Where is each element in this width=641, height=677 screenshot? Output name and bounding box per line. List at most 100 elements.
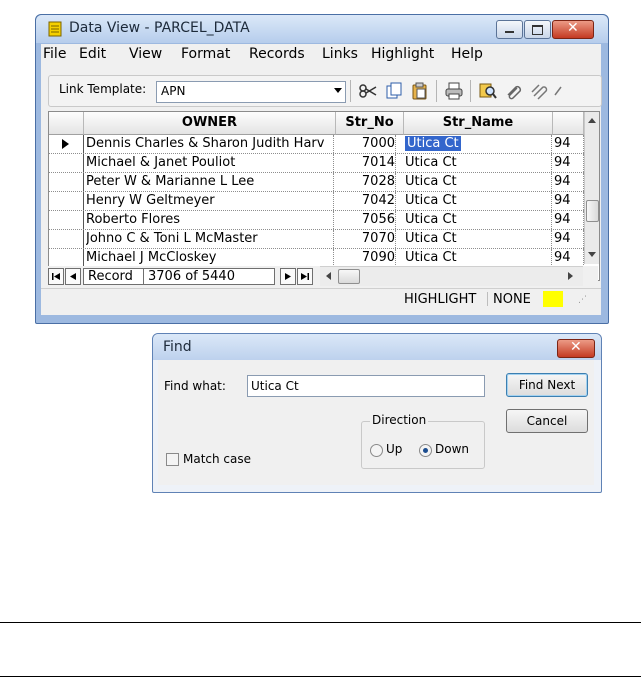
row-selector[interactable] [49, 192, 84, 210]
column-header-str-name[interactable]: Str_Name [404, 112, 553, 135]
find-next-button[interactable]: Find Next [506, 373, 588, 397]
unlink-icon[interactable] [552, 81, 564, 101]
scroll-down-icon[interactable] [588, 252, 596, 257]
link-template-value: APN [161, 84, 186, 98]
find-what-value: Utica Ct [251, 379, 299, 393]
direction-down-label[interactable]: Down [435, 442, 469, 456]
owner-cell[interactable]: Johno C & Toni L McMaster [86, 230, 334, 248]
row-selector[interactable] [49, 230, 84, 248]
str-name-cell[interactable]: Utica Ct [405, 135, 552, 153]
next-column-cell[interactable]: 94 [554, 230, 584, 248]
table-row[interactable]: Michael & Janet Pouliot 7014 Utica Ct 94 [49, 154, 584, 173]
next-column-cell[interactable]: 94 [554, 173, 584, 191]
title-bar[interactable]: Data View - PARCEL_DATA ✕ [36, 15, 608, 43]
owner-cell[interactable]: Dennis Charles & Sharon Judith Harv [86, 135, 334, 153]
str-no-cell[interactable]: 7042 [337, 192, 396, 210]
match-case-checkbox[interactable] [166, 453, 179, 466]
first-record-button[interactable] [48, 268, 64, 285]
resize-grip-icon[interactable]: ⋰ [578, 295, 587, 305]
column-header-owner[interactable]: OWNER [84, 112, 336, 135]
str-no-cell[interactable]: 7056 [337, 211, 396, 229]
find-what-input[interactable]: Utica Ct [247, 375, 485, 397]
paste-icon[interactable] [410, 81, 430, 101]
scroll-right-icon[interactable] [568, 272, 573, 280]
owner-cell[interactable]: Michael & Janet Pouliot [86, 154, 334, 172]
record-label: Record [83, 268, 144, 285]
match-case-label[interactable]: Match case [183, 452, 251, 466]
menu-view[interactable]: View [129, 46, 162, 62]
next-column-cell-text: 94 [554, 174, 571, 189]
str-name-cell-text: Utica Ct [405, 155, 457, 170]
link-icon[interactable] [504, 81, 524, 101]
table-row[interactable]: Dennis Charles & Sharon Judith Harv 7000 U… [49, 135, 584, 154]
close-button[interactable]: ✕ [552, 20, 594, 39]
row-selector[interactable] [49, 135, 84, 153]
str-no-cell[interactable]: 7014 [337, 154, 396, 172]
previous-record-icon [70, 273, 76, 280]
table-row[interactable]: Roberto Flores 7056 Utica Ct 94 [49, 211, 584, 230]
str-no-cell[interactable]: 7028 [337, 173, 396, 191]
direction-up-label[interactable]: Up [386, 442, 402, 456]
column-header-str-no[interactable]: Str_No [336, 112, 404, 135]
find-dialog-body: Find what: Utica Ct Find Next Cancel Dir… [158, 360, 594, 485]
horizontal-scroll-thumb[interactable] [338, 269, 360, 284]
str-no-cell[interactable]: 7070 [337, 230, 396, 248]
next-record-button[interactable] [280, 268, 296, 285]
menu-edit[interactable]: Edit [79, 46, 106, 62]
direction-up-radio[interactable] [370, 444, 383, 457]
find-dialog-close-button[interactable]: ✕ [557, 339, 595, 358]
find-icon[interactable] [478, 81, 498, 101]
str-name-cell[interactable]: Utica Ct [405, 249, 552, 267]
scroll-left-icon[interactable] [326, 272, 331, 280]
next-column-cell[interactable]: 94 [554, 192, 584, 210]
owner-cell[interactable]: Roberto Flores [86, 211, 334, 229]
str-name-cell-text: Utica Ct [405, 212, 457, 227]
menu-help[interactable]: Help [451, 46, 483, 62]
link-template-label: Link Template: [59, 82, 147, 96]
direction-down-radio[interactable] [419, 444, 432, 457]
menu-records[interactable]: Records [249, 46, 305, 62]
next-column-cell[interactable]: 94 [554, 154, 584, 172]
row-selector[interactable] [49, 154, 84, 172]
maximize-button[interactable] [524, 20, 551, 39]
cancel-button[interactable]: Cancel [506, 409, 588, 433]
next-column-cell[interactable]: 94 [554, 135, 584, 153]
str-name-cell[interactable]: Utica Ct [405, 211, 552, 229]
row-selector[interactable] [49, 249, 84, 267]
attach-icon[interactable] [529, 81, 549, 101]
menu-links[interactable]: Links [322, 46, 358, 62]
next-column-cell[interactable]: 94 [554, 249, 584, 267]
scroll-up-icon[interactable] [588, 118, 596, 123]
vertical-scrollbar[interactable] [584, 112, 599, 264]
record-position-field[interactable]: 3706 of 5440 [143, 268, 275, 285]
copy-icon[interactable] [384, 81, 404, 101]
table-row[interactable]: Henry W Geltmeyer 7042 Utica Ct 94 [49, 192, 584, 211]
next-column-cell[interactable]: 94 [554, 211, 584, 229]
column-header-next[interactable] [553, 112, 584, 135]
table-row[interactable]: Peter W & Marianne L Lee 7028 Utica Ct 94 [49, 173, 584, 192]
menu-file[interactable]: File [43, 46, 66, 62]
owner-cell[interactable]: Michael J McCloskey [86, 249, 334, 267]
menu-format[interactable]: Format [181, 46, 230, 62]
owner-cell[interactable]: Peter W & Marianne L Lee [86, 173, 334, 191]
link-template-dropdown[interactable]: APN [156, 81, 346, 103]
print-icon[interactable] [444, 81, 464, 101]
table-row[interactable]: Johno C & Toni L McMaster 7070 Utica Ct 94 [49, 230, 584, 249]
row-selector[interactable] [49, 211, 84, 229]
menu-highlight[interactable]: Highlight [371, 46, 434, 62]
str-no-cell[interactable]: 7000 [337, 135, 396, 153]
last-record-button[interactable] [297, 268, 313, 285]
str-no-cell[interactable]: 7090 [337, 249, 396, 267]
str-name-cell[interactable]: Utica Ct [405, 154, 552, 172]
str-name-cell[interactable]: Utica Ct [405, 230, 552, 248]
str-name-cell[interactable]: Utica Ct [405, 173, 552, 191]
scroll-thumb[interactable] [586, 200, 599, 222]
str-name-cell[interactable]: Utica Ct [405, 192, 552, 210]
previous-record-button[interactable] [65, 268, 81, 285]
owner-cell[interactable]: Henry W Geltmeyer [86, 192, 334, 210]
minimize-button[interactable] [496, 20, 523, 39]
horizontal-scrollbar[interactable] [320, 266, 583, 286]
find-dialog-title-bar[interactable]: Find ✕ [153, 334, 601, 360]
row-selector[interactable] [49, 173, 84, 191]
cut-icon[interactable] [358, 81, 378, 101]
